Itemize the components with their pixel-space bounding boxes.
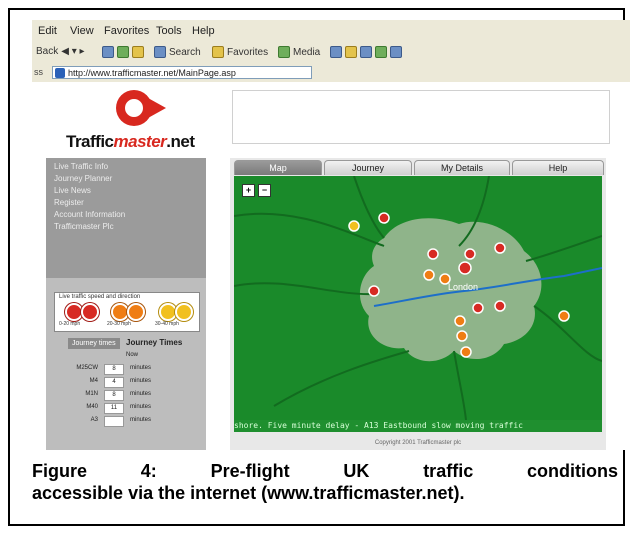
map-panel: Map Journey My Details Help London + − s… bbox=[230, 158, 606, 450]
menu-favorites[interactable]: Favorites bbox=[104, 25, 149, 37]
journey-unit: minutes bbox=[130, 404, 152, 410]
journey-unit: minutes bbox=[130, 365, 152, 371]
logo-text: Trafficmaster.net bbox=[66, 132, 195, 151]
refresh-icon[interactable] bbox=[117, 46, 129, 58]
back-arrow-icon: ◀ ▾ ▸ bbox=[61, 46, 85, 57]
edit-icon[interactable] bbox=[375, 46, 387, 58]
caption-line-2: accessible via the internet (www.traffic… bbox=[32, 483, 465, 503]
menu-help[interactable]: Help bbox=[192, 25, 215, 37]
media-icon bbox=[278, 46, 290, 58]
address-bar: ss http://www.trafficmaster.net/MainPage… bbox=[32, 64, 630, 83]
address-label: ss bbox=[34, 67, 43, 77]
tab-map[interactable]: Map bbox=[234, 160, 322, 175]
zoom-in-icon[interactable]: + bbox=[242, 184, 255, 197]
journey-row: M4 4 minutes bbox=[68, 377, 178, 388]
journey-road: M40 bbox=[86, 404, 98, 410]
legend-title: Live traffic speed and direction bbox=[59, 294, 141, 300]
logo-pointer-icon bbox=[148, 98, 166, 118]
journey-road: M1N bbox=[85, 391, 98, 397]
map-city-label: London bbox=[448, 282, 478, 292]
journey-times-button[interactable]: Journey times bbox=[68, 338, 120, 349]
traffic-map[interactable]: London + − bbox=[234, 176, 602, 420]
journey-unit: minutes bbox=[130, 417, 152, 423]
extra-toolbar-buttons[interactable] bbox=[330, 46, 402, 58]
menu-tools[interactable]: Tools bbox=[156, 25, 182, 37]
logo-emblem-icon bbox=[116, 90, 152, 126]
figure-caption: Figure 4: Pre-flight UK traffic conditio… bbox=[32, 460, 618, 504]
banner-area bbox=[232, 90, 610, 144]
sidebar-link-live-news[interactable]: Live News bbox=[54, 186, 91, 195]
sidebar-link-live-traffic[interactable]: Live Traffic Info bbox=[54, 162, 108, 171]
browser-screenshot: Edit View Favorites Tools Help Back ◀ ▾ … bbox=[32, 20, 630, 450]
address-url: http://www.trafficmaster.net/MainPage.as… bbox=[68, 67, 236, 78]
favorites-button[interactable]: Favorites bbox=[212, 46, 268, 58]
zoom-out-icon[interactable]: − bbox=[258, 184, 271, 197]
journey-road: A3 bbox=[90, 417, 98, 423]
legend-caption-orange: 20-30 mph bbox=[107, 321, 131, 327]
zoom-controls: + − bbox=[242, 184, 271, 197]
journey-value: 4 bbox=[104, 377, 124, 388]
sidebar-link-account[interactable]: Account Information bbox=[54, 210, 125, 219]
journey-times-heading: Journey Times bbox=[126, 338, 183, 347]
journey-times-subheading: Now bbox=[126, 352, 139, 358]
sidebar-link-company[interactable]: Trafficmaster Plc bbox=[54, 222, 114, 231]
menu-bar: Edit View Favorites Tools Help bbox=[32, 20, 630, 43]
traffic-news-ticker: shore. Five minute delay - A13 Eastbound… bbox=[234, 420, 602, 432]
address-input[interactable]: http://www.trafficmaster.net/MainPage.as… bbox=[52, 66, 312, 79]
media-button[interactable]: Media bbox=[278, 46, 320, 58]
orange-speed-icon-2 bbox=[127, 303, 145, 321]
tab-my-details[interactable]: My Details bbox=[414, 160, 510, 175]
stop-refresh-home-buttons[interactable] bbox=[102, 46, 144, 58]
copyright-text: Copyright 2001 Trafficmaster plc bbox=[374, 440, 462, 446]
journey-value bbox=[104, 416, 124, 427]
journey-row: M40 11 minutes bbox=[68, 403, 178, 414]
figure-frame: Edit View Favorites Tools Help Back ◀ ▾ … bbox=[8, 8, 630, 526]
journey-value: 8 bbox=[104, 390, 124, 401]
red-speed-icon-2 bbox=[81, 303, 99, 321]
back-button[interactable]: Back ◀ ▾ ▸ bbox=[36, 46, 85, 57]
journey-road: M4 bbox=[89, 378, 98, 384]
tab-help[interactable]: Help bbox=[512, 160, 604, 175]
favorites-icon bbox=[212, 46, 224, 58]
web-page: Trafficmaster.net Live Traffic Info Jour… bbox=[32, 82, 630, 450]
yellow-speed-icon-2 bbox=[175, 303, 193, 321]
journey-row: M1N 8 minutes bbox=[68, 390, 178, 401]
stop-icon[interactable] bbox=[102, 46, 114, 58]
speed-legend: Live traffic speed and direction 0-20 mp… bbox=[54, 292, 200, 332]
tab-journey[interactable]: Journey bbox=[324, 160, 412, 175]
sidebar-link-journey-planner[interactable]: Journey Planner bbox=[54, 174, 112, 183]
map-graphic: London bbox=[234, 176, 602, 420]
home-icon[interactable] bbox=[132, 46, 144, 58]
journey-value: 8 bbox=[104, 364, 124, 375]
discuss-icon[interactable] bbox=[390, 46, 402, 58]
sidebar: Live Traffic Info Journey Planner Live N… bbox=[46, 158, 206, 450]
journey-unit: minutes bbox=[130, 391, 152, 397]
caption-line-1: Figure 4: Pre-flight UK traffic conditio… bbox=[32, 461, 618, 481]
search-button[interactable]: Search bbox=[154, 46, 201, 58]
ie-page-icon bbox=[55, 67, 65, 78]
legend-caption-yellow: 30-40 mph bbox=[155, 321, 179, 327]
mail-icon[interactable] bbox=[345, 46, 357, 58]
sidebar-link-register[interactable]: Register bbox=[54, 198, 84, 207]
trafficmaster-logo[interactable]: Trafficmaster.net bbox=[60, 88, 210, 154]
toolbar: Back ◀ ▾ ▸ Search Favorites Media bbox=[32, 42, 630, 65]
journey-row: M25CW 8 minutes bbox=[68, 364, 178, 375]
menu-view[interactable]: View bbox=[70, 25, 94, 37]
sidebar-lower-panel: Live traffic speed and direction 0-20 mp… bbox=[46, 278, 206, 450]
journey-row: A3 minutes bbox=[68, 416, 178, 427]
menu-edit[interactable]: Edit bbox=[38, 25, 57, 37]
journey-road: M25CW bbox=[76, 365, 98, 371]
print-icon[interactable] bbox=[360, 46, 372, 58]
favorites-label: Favorites bbox=[227, 46, 269, 58]
search-icon bbox=[154, 46, 166, 58]
journey-unit: minutes bbox=[130, 378, 152, 384]
legend-caption-red: 0-20 mph bbox=[59, 321, 81, 327]
back-label: Back bbox=[36, 46, 59, 57]
media-label: Media bbox=[293, 46, 321, 58]
search-label: Search bbox=[169, 46, 201, 58]
journey-value: 11 bbox=[104, 403, 124, 414]
history-icon[interactable] bbox=[330, 46, 342, 58]
